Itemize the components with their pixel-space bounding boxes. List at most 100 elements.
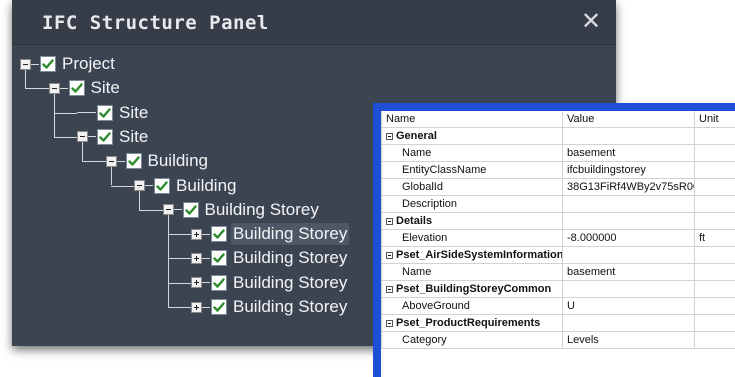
property-row[interactable]: AboveGround U xyxy=(381,297,735,315)
tree-node-label: Project xyxy=(62,54,115,73)
property-value[interactable]: basement xyxy=(562,144,695,162)
tree-node-label: Building Storey xyxy=(233,248,348,268)
property-value[interactable]: basement xyxy=(562,263,695,281)
checkmark-icon xyxy=(156,180,168,192)
node-checkbox[interactable] xyxy=(211,226,227,243)
property-value[interactable]: Levels xyxy=(562,331,695,349)
properties-window: Name Value Unit General Name basement Entit… xyxy=(373,103,735,377)
tree-node[interactable]: Site xyxy=(48,76,122,100)
expand-icon[interactable] xyxy=(191,277,202,289)
tree-node[interactable]: Building Storey xyxy=(191,271,349,295)
property-unit xyxy=(694,161,735,179)
property-row[interactable]: Elevation -8.000000 ft xyxy=(381,229,735,247)
panel-title-bar: IFC Structure Panel ✕ xyxy=(12,0,616,45)
property-category-row[interactable]: Pset_AirSideSystemInformation xyxy=(381,246,735,264)
collapse-icon[interactable] xyxy=(386,251,393,259)
property-value[interactable]: -8.000000 xyxy=(562,229,695,247)
collapse-icon[interactable] xyxy=(134,180,145,191)
property-value-cell xyxy=(562,314,695,332)
tree-node-label: Building Storey xyxy=(233,297,348,316)
checkmark-icon xyxy=(213,301,225,313)
node-checkbox[interactable] xyxy=(211,250,227,267)
property-row[interactable]: Category Levels xyxy=(381,331,735,349)
property-category-row[interactable]: General xyxy=(381,127,735,145)
collapse-icon[interactable] xyxy=(386,319,393,327)
tree-branch-line xyxy=(173,209,182,211)
collapse-icon[interactable] xyxy=(386,217,393,225)
property-value[interactable]: 38G13FiRf4WBy2v75sR00' xyxy=(562,178,695,196)
collapse-icon[interactable] xyxy=(162,204,174,216)
property-row[interactable]: Name basement xyxy=(381,144,735,162)
tree-connector-line xyxy=(82,161,106,163)
tree-node-label: Building xyxy=(147,151,209,171)
property-unit: ft xyxy=(694,229,735,247)
tree-branch-line xyxy=(202,257,210,259)
property-unit-cell xyxy=(694,280,735,298)
checkmark-icon xyxy=(184,204,197,216)
tree-node[interactable]: Building xyxy=(105,149,211,173)
property-row[interactable]: EntityClassName ifcbuildingstorey xyxy=(381,161,735,179)
property-category-row[interactable]: Pset_BuildingStoreyCommon xyxy=(381,280,735,298)
close-icon: ✕ xyxy=(580,7,602,35)
column-header-value[interactable]: Value xyxy=(562,111,695,128)
property-row[interactable]: Name basement xyxy=(381,263,735,281)
collapse-icon[interactable] xyxy=(386,285,393,293)
property-name: Elevation xyxy=(381,229,563,247)
column-header-unit[interactable]: Unit xyxy=(694,111,735,128)
expand-icon[interactable] xyxy=(191,228,202,240)
property-value[interactable]: U xyxy=(562,297,695,315)
property-category-row[interactable]: Pset_ProductRequirements xyxy=(381,314,735,332)
checkmark-icon xyxy=(213,277,225,289)
property-category-row[interactable]: Details xyxy=(381,212,735,230)
tree-node[interactable]: Building Storey xyxy=(191,295,349,319)
property-row[interactable]: GlobalId 38G13FiRf4WBy2v75sR00' xyxy=(381,178,735,196)
tree-branch-line xyxy=(202,306,210,308)
property-value[interactable] xyxy=(562,195,695,213)
collapse-icon[interactable] xyxy=(105,155,117,167)
tree-connector-line xyxy=(53,112,77,114)
tree-node[interactable]: Site xyxy=(77,101,150,125)
tree-node[interactable]: Building Storey xyxy=(162,198,321,222)
property-unit xyxy=(694,263,735,281)
property-unit xyxy=(694,144,735,162)
expand-icon[interactable] xyxy=(191,252,202,264)
tree-node-label: Site xyxy=(90,78,120,98)
collapse-icon[interactable] xyxy=(386,132,393,140)
tree-node-label: Building Storey xyxy=(231,223,350,246)
collapse-icon[interactable] xyxy=(48,82,60,94)
tree-branch-line xyxy=(202,282,210,284)
node-checkbox[interactable] xyxy=(211,274,227,291)
tree-node[interactable]: Building xyxy=(134,174,239,198)
property-category-label: General xyxy=(396,130,437,142)
node-checkbox[interactable] xyxy=(97,104,113,121)
collapse-icon[interactable] xyxy=(77,131,88,143)
tree-node[interactable]: Site xyxy=(77,125,150,149)
node-checkbox[interactable] xyxy=(182,201,199,218)
collapse-icon[interactable] xyxy=(20,58,31,70)
tree-connector-line xyxy=(167,258,191,260)
property-name: AboveGround xyxy=(381,297,563,315)
tree-node[interactable]: Building Storey xyxy=(191,246,349,270)
property-category: Pset_ProductRequirements xyxy=(381,314,563,332)
column-header-name[interactable]: Name xyxy=(381,111,563,128)
node-checkbox[interactable] xyxy=(154,177,170,194)
node-checkbox[interactable] xyxy=(125,153,142,170)
node-checkbox[interactable] xyxy=(97,128,113,145)
property-value[interactable]: ifcbuildingstorey xyxy=(562,161,695,179)
checkmark-icon xyxy=(42,58,54,70)
tree-node-label: Building Storey xyxy=(233,272,348,292)
property-category-label: Pset_BuildingStoreyCommon xyxy=(396,283,552,295)
property-category: Pset_AirSideSystemInformation xyxy=(381,246,563,264)
tree-node[interactable]: Project xyxy=(20,52,117,76)
tree-connector-line xyxy=(53,136,77,138)
property-row[interactable]: Description xyxy=(381,195,735,213)
tree-connector-line xyxy=(167,214,169,307)
close-button[interactable]: ✕ xyxy=(576,6,606,36)
tree-node[interactable]: Building Storey xyxy=(191,222,350,246)
property-value-cell xyxy=(562,127,695,145)
tree-branch-line xyxy=(59,87,68,89)
expand-icon[interactable] xyxy=(191,301,202,313)
node-checkbox[interactable] xyxy=(68,80,85,97)
node-checkbox[interactable] xyxy=(40,56,56,72)
node-checkbox[interactable] xyxy=(211,299,227,315)
